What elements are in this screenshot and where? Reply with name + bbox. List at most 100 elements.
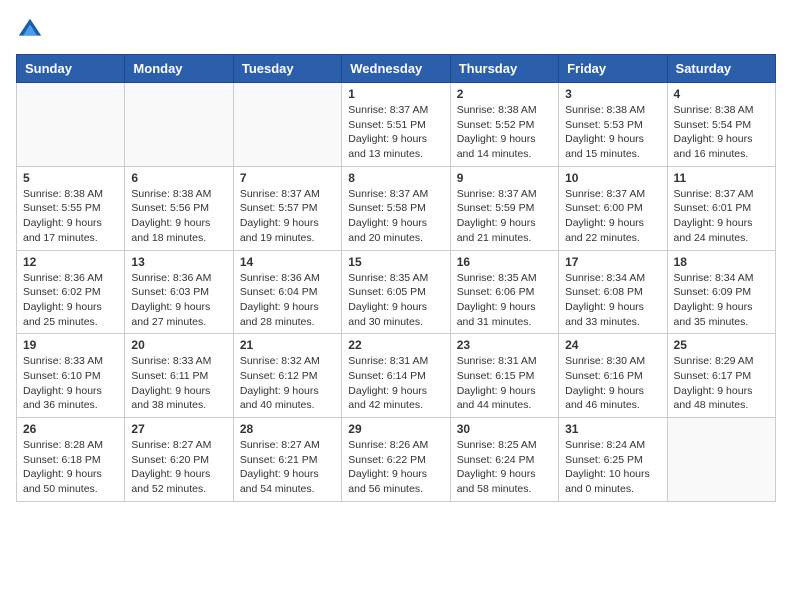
calendar-week-2: 5Sunrise: 8:38 AMSunset: 5:55 PMDaylight…	[17, 166, 776, 250]
day-info: Sunrise: 8:37 AMSunset: 5:59 PMDaylight:…	[457, 187, 552, 246]
day-info: Sunrise: 8:26 AMSunset: 6:22 PMDaylight:…	[348, 438, 443, 497]
calendar-cell: 11 Sunrise: 8:37 AMSunset: 6:01 PMDayligh…	[667, 166, 775, 250]
calendar-cell: 20 Sunrise: 8:33 AMSunset: 6:11 PMDayligh…	[125, 334, 233, 418]
day-number: 14	[240, 255, 335, 269]
day-info: Sunrise: 8:35 AMSunset: 6:06 PMDaylight:…	[457, 271, 552, 330]
weekday-header-wednesday: Wednesday	[342, 55, 450, 83]
day-info: Sunrise: 8:32 AMSunset: 6:12 PMDaylight:…	[240, 354, 335, 413]
logo	[16, 16, 46, 44]
day-info: Sunrise: 8:27 AMSunset: 6:20 PMDaylight:…	[131, 438, 226, 497]
day-number: 12	[23, 255, 118, 269]
calendar-cell: 21 Sunrise: 8:32 AMSunset: 6:12 PMDayligh…	[233, 334, 341, 418]
calendar-cell: 7Sunrise: 8:37 AMSunset: 5:57 PMDaylight…	[233, 166, 341, 250]
day-info: Sunrise: 8:28 AMSunset: 6:18 PMDaylight:…	[23, 438, 118, 497]
calendar-cell: 1Sunrise: 8:37 AMSunset: 5:51 PMDaylight…	[342, 83, 450, 167]
day-info: Sunrise: 8:38 AMSunset: 5:56 PMDaylight:…	[131, 187, 226, 246]
day-number: 11	[674, 171, 769, 185]
day-number: 19	[23, 338, 118, 352]
day-info: Sunrise: 8:24 AMSunset: 6:25 PMDaylight:…	[565, 438, 660, 497]
day-info: Sunrise: 8:34 AMSunset: 6:08 PMDaylight:…	[565, 271, 660, 330]
weekday-header-friday: Friday	[559, 55, 667, 83]
calendar-week-4: 19 Sunrise: 8:33 AMSunset: 6:10 PMDayligh…	[17, 334, 776, 418]
calendar-cell: 19 Sunrise: 8:33 AMSunset: 6:10 PMDayligh…	[17, 334, 125, 418]
day-info: Sunrise: 8:38 AMSunset: 5:53 PMDaylight:…	[565, 103, 660, 162]
weekday-header-thursday: Thursday	[450, 55, 558, 83]
day-number: 25	[674, 338, 769, 352]
day-number: 21	[240, 338, 335, 352]
day-number: 29	[348, 422, 443, 436]
calendar-cell	[667, 418, 775, 502]
calendar-cell: 2Sunrise: 8:38 AMSunset: 5:52 PMDaylight…	[450, 83, 558, 167]
day-info: Sunrise: 8:37 AMSunset: 6:01 PMDaylight:…	[674, 187, 769, 246]
calendar-week-3: 12 Sunrise: 8:36 AMSunset: 6:02 PMDayligh…	[17, 250, 776, 334]
day-info: Sunrise: 8:37 AMSunset: 5:51 PMDaylight:…	[348, 103, 443, 162]
calendar-cell: 14 Sunrise: 8:36 AMSunset: 6:04 PMDayligh…	[233, 250, 341, 334]
day-info: Sunrise: 8:38 AMSunset: 5:55 PMDaylight:…	[23, 187, 118, 246]
calendar-cell: 13 Sunrise: 8:36 AMSunset: 6:03 PMDayligh…	[125, 250, 233, 334]
day-number: 6	[131, 171, 226, 185]
calendar-cell: 28 Sunrise: 8:27 AMSunset: 6:21 PMDayligh…	[233, 418, 341, 502]
day-info: Sunrise: 8:27 AMSunset: 6:21 PMDaylight:…	[240, 438, 335, 497]
day-number: 20	[131, 338, 226, 352]
calendar-cell: 26 Sunrise: 8:28 AMSunset: 6:18 PMDayligh…	[17, 418, 125, 502]
calendar-cell: 22 Sunrise: 8:31 AMSunset: 6:14 PMDayligh…	[342, 334, 450, 418]
day-info: Sunrise: 8:36 AMSunset: 6:04 PMDaylight:…	[240, 271, 335, 330]
day-number: 9	[457, 171, 552, 185]
weekday-header-saturday: Saturday	[667, 55, 775, 83]
calendar-cell: 4Sunrise: 8:38 AMSunset: 5:54 PMDaylight…	[667, 83, 775, 167]
calendar-cell: 17Sunrise: 8:34 AMSunset: 6:08 PMDayligh…	[559, 250, 667, 334]
calendar-cell: 16Sunrise: 8:35 AMSunset: 6:06 PMDayligh…	[450, 250, 558, 334]
day-info: Sunrise: 8:34 AMSunset: 6:09 PMDaylight:…	[674, 271, 769, 330]
day-number: 15	[348, 255, 443, 269]
day-info: Sunrise: 8:36 AMSunset: 6:03 PMDaylight:…	[131, 271, 226, 330]
weekday-header-sunday: Sunday	[17, 55, 125, 83]
calendar-cell: 23 Sunrise: 8:31 AMSunset: 6:15 PMDayligh…	[450, 334, 558, 418]
calendar-cell	[17, 83, 125, 167]
calendar-cell: 15 Sunrise: 8:35 AMSunset: 6:05 PMDayligh…	[342, 250, 450, 334]
page-header	[16, 16, 776, 44]
day-info: Sunrise: 8:38 AMSunset: 5:54 PMDaylight:…	[674, 103, 769, 162]
day-info: Sunrise: 8:37 AMSunset: 6:00 PMDaylight:…	[565, 187, 660, 246]
day-number: 23	[457, 338, 552, 352]
day-info: Sunrise: 8:25 AMSunset: 6:24 PMDaylight:…	[457, 438, 552, 497]
weekday-header-tuesday: Tuesday	[233, 55, 341, 83]
day-number: 28	[240, 422, 335, 436]
calendar-cell: 25Sunrise: 8:29 AMSunset: 6:17 PMDayligh…	[667, 334, 775, 418]
calendar-cell: 6 Sunrise: 8:38 AMSunset: 5:56 PMDaylight…	[125, 166, 233, 250]
calendar-cell: 29 Sunrise: 8:26 AMSunset: 6:22 PMDayligh…	[342, 418, 450, 502]
day-info: Sunrise: 8:33 AMSunset: 6:10 PMDaylight:…	[23, 354, 118, 413]
day-number: 18	[674, 255, 769, 269]
day-info: Sunrise: 8:31 AMSunset: 6:14 PMDaylight:…	[348, 354, 443, 413]
calendar-week-1: 1Sunrise: 8:37 AMSunset: 5:51 PMDaylight…	[17, 83, 776, 167]
day-number: 3	[565, 87, 660, 101]
day-number: 26	[23, 422, 118, 436]
calendar-cell: 5Sunrise: 8:38 AMSunset: 5:55 PMDaylight…	[17, 166, 125, 250]
day-number: 13	[131, 255, 226, 269]
weekday-header-monday: Monday	[125, 55, 233, 83]
day-number: 8	[348, 171, 443, 185]
calendar-cell: 31 Sunrise: 8:24 AMSunset: 6:25 PMDayligh…	[559, 418, 667, 502]
day-number: 27	[131, 422, 226, 436]
day-info: Sunrise: 8:30 AMSunset: 6:16 PMDaylight:…	[565, 354, 660, 413]
calendar-cell: 30 Sunrise: 8:25 AMSunset: 6:24 PMDayligh…	[450, 418, 558, 502]
calendar-week-5: 26 Sunrise: 8:28 AMSunset: 6:18 PMDayligh…	[17, 418, 776, 502]
calendar-cell: 12 Sunrise: 8:36 AMSunset: 6:02 PMDayligh…	[17, 250, 125, 334]
calendar-header-row: SundayMondayTuesdayWednesdayThursdayFrid…	[17, 55, 776, 83]
logo-icon	[16, 16, 44, 44]
day-number: 7	[240, 171, 335, 185]
day-info: Sunrise: 8:35 AMSunset: 6:05 PMDaylight:…	[348, 271, 443, 330]
calendar-cell: 3 Sunrise: 8:38 AMSunset: 5:53 PMDaylight…	[559, 83, 667, 167]
calendar-cell: 18 Sunrise: 8:34 AMSunset: 6:09 PMDayligh…	[667, 250, 775, 334]
calendar-cell: 10 Sunrise: 8:37 AMSunset: 6:00 PMDayligh…	[559, 166, 667, 250]
day-info: Sunrise: 8:36 AMSunset: 6:02 PMDaylight:…	[23, 271, 118, 330]
day-number: 30	[457, 422, 552, 436]
day-number: 22	[348, 338, 443, 352]
day-number: 10	[565, 171, 660, 185]
day-number: 24	[565, 338, 660, 352]
day-number: 31	[565, 422, 660, 436]
day-info: Sunrise: 8:33 AMSunset: 6:11 PMDaylight:…	[131, 354, 226, 413]
calendar-cell: 9 Sunrise: 8:37 AMSunset: 5:59 PMDaylight…	[450, 166, 558, 250]
day-info: Sunrise: 8:31 AMSunset: 6:15 PMDaylight:…	[457, 354, 552, 413]
day-info: Sunrise: 8:38 AMSunset: 5:52 PMDaylight:…	[457, 103, 552, 162]
calendar-cell	[233, 83, 341, 167]
